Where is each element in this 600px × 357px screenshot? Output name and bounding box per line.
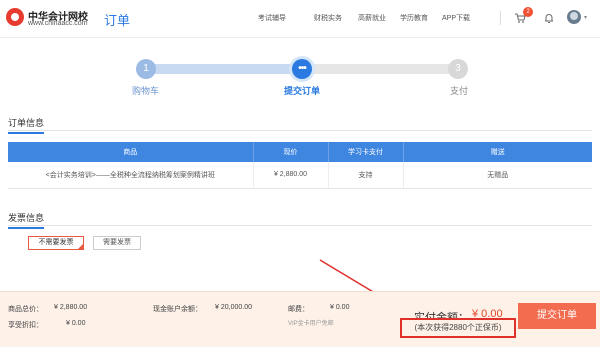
nav-item-tax[interactable]: 财税实务 [314, 13, 342, 23]
step-1-label: 购物车 [132, 86, 160, 96]
table-row: <会计实务培训>——全税种全流程纳税筹划案例精讲班 ¥ 2,880.00 支持 … [8, 162, 592, 189]
table-header-row: 商品 现价 学习卡支付 赠送 [8, 142, 592, 162]
section-divider [8, 130, 592, 131]
bell-icon[interactable] [543, 12, 555, 24]
total-value: ¥ 2,880.00 [54, 304, 88, 311]
logo-mark-icon [6, 8, 24, 26]
step-1-circle: 1 [136, 59, 156, 79]
card-pay-cell: 支持 [328, 162, 404, 189]
postage-note: VIP金卡用户免邮 [288, 321, 334, 327]
header-divider [500, 11, 501, 25]
coin-reward-note: (本次获得2880个正保币) [400, 318, 516, 338]
order-section-title: 订单信息 [8, 116, 45, 134]
order-table: 商品 现价 学习卡支付 赠送 <会计实务培训>——全税种全流程纳税筹划案例精讲班… [8, 142, 592, 189]
postage-label: 邮费： [288, 306, 309, 313]
step-3-label: 支付 [450, 86, 469, 96]
chevron-down-icon: ⌵ [442, 13, 447, 19]
invoice-section-title: 发票信息 [8, 211, 45, 229]
order-stepper: 1 ••• 3 购物车 提交订单 支付 [0, 52, 600, 98]
balance-value: ¥ 20,000.00 [215, 304, 252, 311]
step-2-label: 提交订单 [284, 86, 321, 96]
balance-label: 现金账户余额： [153, 306, 202, 313]
nav-item-career[interactable]: 高薪就业 [358, 13, 386, 23]
step-2-circle: ••• [292, 59, 312, 79]
gift-cell: 无赠品 [403, 162, 592, 189]
step-3-circle: 3 [448, 59, 468, 79]
product-name-cell[interactable]: <会计实务培训>——全税种全流程纳税筹划案例精讲班 [8, 162, 254, 189]
column-header: 赠送 [403, 142, 592, 162]
logo-url: www.chinaacc.com [28, 20, 88, 27]
chevron-down-icon[interactable]: ▾ [584, 14, 587, 21]
price-cell: ¥ 2,880.00 [253, 162, 329, 189]
need-invoice-button[interactable]: 需要发票 [93, 236, 141, 250]
submit-order-button[interactable]: 提交订单 [518, 303, 596, 329]
step-progress-todo [302, 64, 458, 74]
column-header: 学习卡支付 [328, 142, 404, 162]
site-logo[interactable]: 中华会计网校 www.chinaacc.com [6, 6, 96, 32]
column-header: 现价 [253, 142, 329, 162]
column-header: 商品 [8, 142, 254, 162]
chevron-down-icon: ⌵ [258, 13, 263, 19]
nav-item-degree[interactable]: 学历教育 [400, 13, 428, 23]
total-label: 商品总价： [8, 306, 43, 313]
cart-badge: 2 [523, 7, 533, 17]
section-divider [8, 225, 592, 226]
discount-value: ¥ 0.00 [66, 320, 86, 327]
step-progress-done [146, 64, 302, 74]
top-header: 中华会计网校 www.chinaacc.com 订单 考试辅导 ⌵ 财税实务 高… [0, 0, 600, 38]
discount-label: 享受折扣： [8, 322, 43, 329]
avatar[interactable] [567, 10, 581, 24]
no-invoice-button[interactable]: 不需要发票 [28, 236, 84, 250]
page-title: 订单 [104, 13, 131, 28]
postage-value: ¥ 0.00 [330, 304, 350, 311]
